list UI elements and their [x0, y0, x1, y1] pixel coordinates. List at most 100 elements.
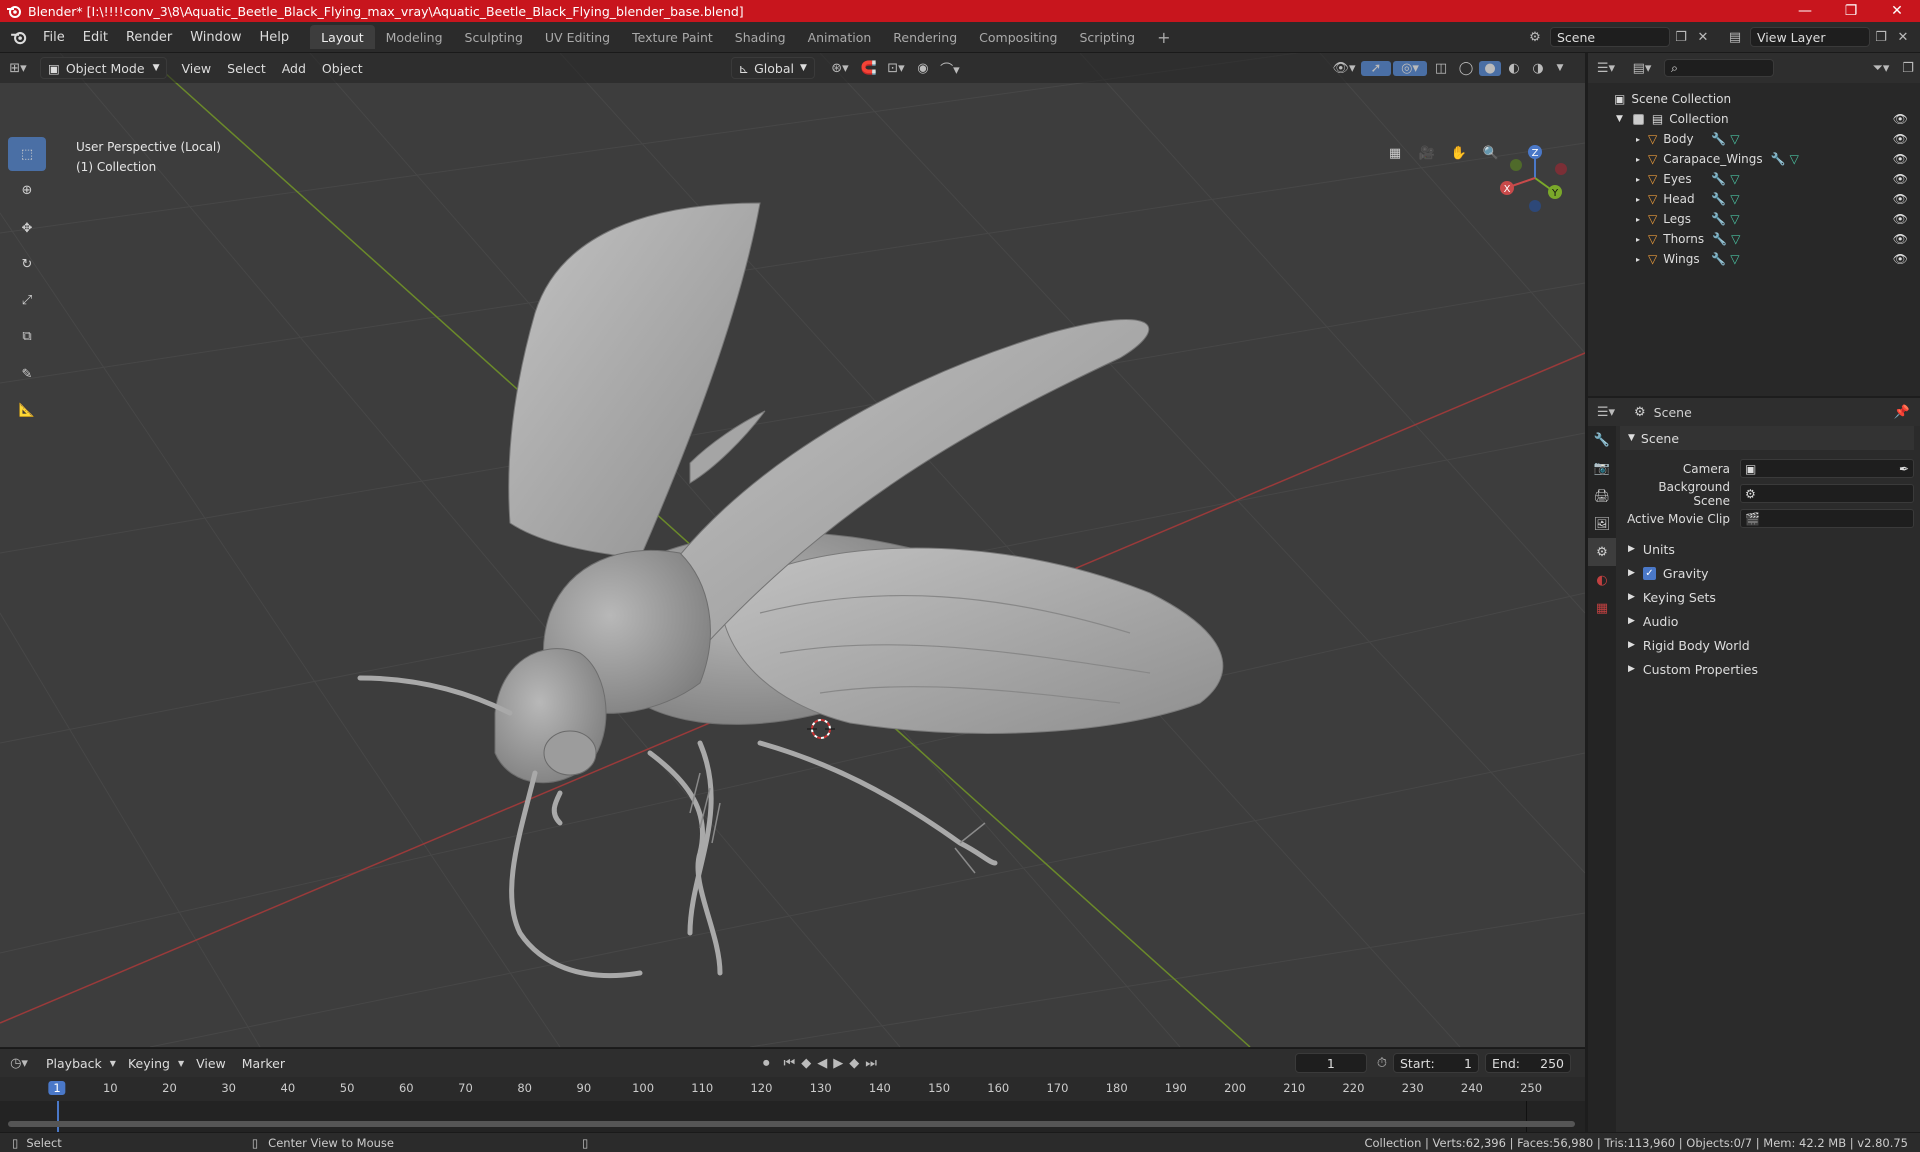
transform-tool-icon[interactable]: ⧉ [8, 319, 46, 353]
scale-tool-icon[interactable]: ⤢ [8, 283, 46, 317]
timeline-editor-type-icon[interactable]: ◷▾ [0, 1056, 38, 1071]
display-mode-icon[interactable]: ▤▾ [1624, 61, 1660, 76]
modifier-icon[interactable]: 🔧 [1711, 132, 1726, 146]
scene-tab-icon[interactable]: ⚙ [1588, 538, 1616, 566]
navigation-gizmo[interactable]: Z Y X [1500, 145, 1567, 212]
blender-menu-icon[interactable] [10, 28, 28, 46]
pivot-point-icon[interactable]: ⊛▾ [823, 61, 857, 76]
outliner-row-body[interactable]: ▸ ▽ Body 🔧 ▽ 👁 [1588, 129, 1920, 149]
tab-rendering[interactable]: Rendering [882, 25, 968, 49]
xray-icon[interactable]: ◫ [1429, 61, 1453, 76]
play-icon[interactable]: ▶ [833, 1056, 843, 1071]
menu-file[interactable]: File [34, 30, 74, 45]
snap-icon[interactable]: 🧲 [857, 61, 881, 76]
next-keyframe-icon[interactable]: ◆ [849, 1056, 859, 1071]
modifier-icon[interactable]: 🔧 [1711, 172, 1726, 186]
outliner-row-eyes[interactable]: ▸ ▽ Eyes 🔧 ▽ 👁 [1588, 169, 1920, 189]
new-scene-icon[interactable]: ❐ [1670, 30, 1692, 45]
beetle-model[interactable] [357, 202, 1224, 979]
texture-tab-icon[interactable]: ▦ [1588, 594, 1616, 622]
pan-view-icon[interactable]: ✋ [1446, 140, 1472, 166]
eye-icon[interactable]: 👁 [1893, 112, 1908, 126]
material-shading-icon[interactable]: ◐ [1503, 61, 1525, 76]
menu-help[interactable]: Help [251, 30, 299, 45]
tab-compositing[interactable]: Compositing [968, 25, 1068, 49]
eye-icon[interactable]: 👁 [1893, 132, 1908, 146]
annotate-tool-icon[interactable]: ✎ [8, 357, 46, 391]
eye-icon[interactable]: 👁 [1893, 212, 1908, 226]
panel-custom-properties[interactable]: ▶ Custom Properties [1620, 657, 1914, 681]
scene-selector-icon[interactable]: ⚙ [1520, 30, 1550, 45]
viewport-menu-select[interactable]: Select [219, 61, 274, 76]
gravity-checkbox[interactable]: ✓ [1642, 566, 1656, 580]
select-box-tool-icon[interactable]: ⬚ [8, 137, 46, 171]
delete-view-layer-icon[interactable]: ✕ [1892, 30, 1914, 45]
jump-end-icon[interactable]: ⏭ [865, 1056, 877, 1071]
scene-section-header[interactable]: ▼ Scene [1620, 426, 1914, 450]
prev-keyframe-icon[interactable]: ◆ [801, 1056, 811, 1071]
panel-gravity[interactable]: ▶ ✓ Gravity [1620, 561, 1914, 585]
modifier-icon[interactable]: 🔧 [1711, 212, 1726, 226]
mesh-data-icon[interactable]: ▽ [1730, 132, 1739, 146]
view-layer-icon[interactable]: ▤ [1720, 30, 1750, 45]
new-collection-icon[interactable]: ❐ [1896, 61, 1920, 76]
mesh-data-icon[interactable]: ▽ [1730, 212, 1739, 226]
tab-sculpting[interactable]: Sculpting [454, 25, 534, 49]
expand-arrow-icon[interactable]: ▸ [1636, 135, 1640, 144]
move-tool-icon[interactable]: ✥ [8, 211, 46, 245]
timeline-menu-view[interactable]: View [188, 1056, 234, 1071]
eye-icon[interactable]: 👁 [1893, 252, 1908, 266]
tab-texture-paint[interactable]: Texture Paint [621, 25, 724, 49]
menu-render[interactable]: Render [117, 30, 181, 45]
panel-units[interactable]: ▶ Units [1620, 537, 1914, 561]
mesh-data-icon[interactable]: ▽ [1730, 192, 1739, 206]
outliner-editor-type-icon[interactable]: ☰▾ [1588, 61, 1624, 76]
jump-start-icon[interactable]: ⏮ [783, 1056, 795, 1071]
eye-icon[interactable]: 👁 [1893, 152, 1908, 166]
scene-field[interactable]: Scene [1550, 27, 1670, 47]
play-reverse-icon[interactable]: ◀ [817, 1056, 827, 1071]
timeline-menu-playback[interactable]: Playback [38, 1056, 110, 1071]
current-frame-field[interactable]: 1 [1294, 1053, 1367, 1073]
modifier-icon[interactable]: 🔧 [1771, 152, 1786, 166]
timeline-menu-keying[interactable]: Keying [120, 1056, 178, 1071]
end-frame-field[interactable]: End: 250 [1485, 1053, 1571, 1073]
tab-uv-editing[interactable]: UV Editing [534, 25, 621, 49]
snap-target-icon[interactable]: ⊡▾ [881, 61, 911, 76]
pin-icon[interactable]: 📌 [1894, 405, 1910, 420]
delete-scene-icon[interactable]: ✕ [1692, 30, 1714, 45]
mesh-data-icon[interactable]: ▽ [1730, 252, 1739, 266]
timeline-area[interactable] [0, 1101, 1585, 1133]
expand-arrow-icon[interactable]: ▼ [1616, 114, 1623, 124]
expand-arrow-icon[interactable]: ▸ [1636, 155, 1640, 164]
editor-type-icon[interactable]: ⊞▾ [0, 61, 36, 76]
overlay-toggle-icon[interactable]: ◎▾ [1393, 60, 1427, 76]
modifier-icon[interactable]: 🔧 [1711, 192, 1726, 206]
camera-field[interactable]: ▣ ✒ [1740, 459, 1914, 478]
menu-window[interactable]: Window [181, 30, 250, 45]
output-tab-icon[interactable]: 🖨 [1588, 482, 1616, 510]
outliner-row-legs[interactable]: ▸ ▽ Legs 🔧 ▽ 👁 [1588, 209, 1920, 229]
render-tab-icon[interactable]: 📷 [1588, 454, 1616, 482]
viewport-menu-add[interactable]: Add [274, 61, 314, 76]
modifier-icon[interactable]: 🔧 [1711, 252, 1726, 266]
eyedropper-icon[interactable]: ✒ [1899, 462, 1909, 476]
timeline-scrollbar[interactable] [8, 1121, 1575, 1127]
toggle-ortho-icon[interactable]: ▦ [1382, 140, 1408, 166]
rotate-tool-icon[interactable]: ↻ [8, 247, 46, 281]
measure-tool-icon[interactable]: 📐 [8, 393, 46, 427]
world-tab-icon[interactable]: ◐ [1588, 566, 1616, 594]
expand-arrow-icon[interactable]: ▸ [1636, 175, 1640, 184]
outliner-row-head[interactable]: ▸ ▽ Head 🔧 ▽ 👁 [1588, 189, 1920, 209]
background-scene-field[interactable]: ⚙ [1740, 484, 1914, 503]
proportional-edit-icon[interactable]: ◉ [911, 61, 935, 76]
3d-viewport[interactable]: Z Y X ⊞▾ ▣ Object Mode ▼ View Select Add… [0, 53, 1585, 1047]
mode-selector[interactable]: ▣ Object Mode ▼ [40, 57, 168, 79]
expand-arrow-icon[interactable]: ▸ [1636, 235, 1640, 244]
mesh-data-icon[interactable]: ▽ [1730, 172, 1739, 186]
panel-audio[interactable]: ▶ Audio [1620, 609, 1914, 633]
modifier-icon[interactable]: 🔧 [1712, 232, 1727, 246]
outliner-row-wings[interactable]: ▸ ▽ Wings 🔧 ▽ 👁 [1588, 249, 1920, 269]
frame-ruler[interactable]: 1 10 20 30 40 50 60 70 80 90 100 110 120 130 140 150 160… [0, 1077, 1585, 1101]
panel-rigid-body-world[interactable]: ▶ Rigid Body World [1620, 633, 1914, 657]
